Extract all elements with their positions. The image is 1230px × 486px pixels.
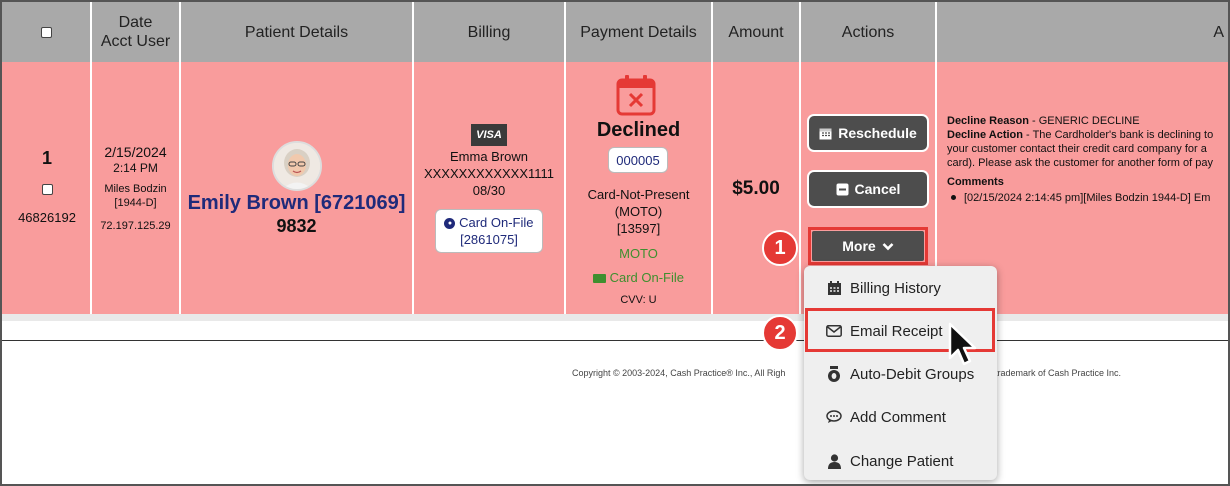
- patient-code: 9832: [276, 216, 317, 236]
- header-amount: Amount: [713, 2, 801, 62]
- footer-separator: [2, 340, 1228, 341]
- card-on-file-label: Card On-File: [459, 215, 534, 230]
- header-actions: Actions: [801, 2, 937, 62]
- cancel-button[interactable]: Cancel: [809, 172, 927, 206]
- select-all-checkbox[interactable]: [40, 26, 52, 38]
- header-extra: A: [1213, 23, 1224, 41]
- calendar-icon: [819, 128, 832, 139]
- comment-text: [02/15/2024 2:14:45 pm][Miles Bodzin 194…: [964, 192, 1211, 204]
- minus-square-icon: [836, 183, 849, 195]
- patient-name-link[interactable]: Emily Brown [6721069]: [181, 192, 412, 215]
- card-on-file-badge[interactable]: ● Card On-File [2861075]: [435, 209, 543, 253]
- row-amount-cell: $5.00: [713, 62, 801, 314]
- row-checkbox-wrap: [2, 182, 92, 200]
- row-divider: [2, 314, 1228, 321]
- decline-action-line2: your customer contact their credit card …: [947, 143, 1207, 155]
- cancel-label: Cancel: [854, 181, 901, 197]
- menu-item-change-patient[interactable]: Change Patient: [804, 441, 997, 481]
- calendar-icon: [824, 280, 844, 296]
- row-date-cell: 2/15/2024 2:14 PM Miles Bodzin [1944-D] …: [92, 62, 181, 314]
- payment-cof-label: Card On-File: [609, 270, 685, 285]
- acct-user-name: Miles Bodzin: [104, 183, 167, 195]
- decline-action-line: Decline Action - The Cardholder's bank i…: [947, 128, 1228, 142]
- payment-code-badge[interactable]: 000005: [608, 147, 668, 173]
- mouse-cursor-icon: [948, 322, 978, 377]
- header-patient-details: Patient Details: [181, 2, 414, 62]
- piggy-icon: [824, 366, 844, 382]
- row-select-cell: 1 46826192: [2, 62, 92, 314]
- menu-item-billing-history[interactable]: Billing History: [804, 268, 997, 308]
- payment-moto: (MOTO): [614, 204, 663, 219]
- payment-moto-green: MOTO: [619, 246, 658, 261]
- decline-action-value: - The Cardholder's bank is declining to: [1023, 129, 1214, 141]
- menu-item-label: Add Comment: [850, 408, 946, 426]
- row-checkbox[interactable]: [41, 184, 53, 195]
- amount-value: $5.00: [732, 178, 780, 199]
- bullet-icon: [951, 195, 956, 201]
- card-on-file-line: ● Card On-File: [436, 215, 542, 230]
- cvv-status: CVV: U: [620, 294, 657, 306]
- decline-details: Decline Reason - GENERIC DECLINE Decline…: [947, 114, 1228, 205]
- ip-address: 72.197.125.29: [100, 220, 171, 232]
- row-billing-cell: VISA Emma Brown XXXXXXXXXXXX1111 08/30 ●…: [414, 62, 566, 314]
- transaction-time: 2:14 PM: [113, 161, 158, 175]
- reschedule-button[interactable]: Reschedule: [809, 116, 927, 150]
- header-payment-details: Payment Details: [566, 2, 713, 62]
- transaction-id: 46826192: [18, 210, 76, 225]
- transaction-date: 2/15/2024: [104, 144, 167, 160]
- user-icon: [824, 453, 844, 469]
- patient-avatar: [272, 141, 322, 191]
- highlight-more-button: [808, 227, 928, 265]
- table-header: Date Acct User Patient Details Billing P…: [2, 2, 1228, 62]
- payment-status: Declined: [596, 119, 681, 141]
- payment-id: [13597]: [616, 221, 661, 236]
- card-number: XXXXXXXXXXXX1111: [423, 166, 555, 181]
- reschedule-label: Reschedule: [838, 125, 917, 141]
- comments-label: Comments: [947, 176, 1004, 188]
- card-holder-name: Emma Brown: [449, 149, 529, 164]
- card-on-file-id: [2861075]: [460, 232, 518, 247]
- table-row: 1 46826192 2/15/2024 2:14 PM Miles Bodzi…: [2, 62, 1228, 314]
- decline-reason-line: Decline Reason - GENERIC DECLINE: [947, 114, 1228, 128]
- copyright-left: Copyright © 2003-2024, Cash Practice® In…: [572, 368, 786, 378]
- row-index: 1: [41, 148, 52, 168]
- decline-action-label: Decline Action: [947, 129, 1023, 141]
- comment-item: [02/15/2024 2:14:45 pm][Miles Bodzin 194…: [947, 191, 1228, 205]
- avatar-photo: [274, 143, 320, 189]
- menu-item-label: Change Patient: [850, 452, 954, 470]
- header-date-label: Date: [118, 14, 153, 31]
- header-select-all-cell: [2, 2, 92, 62]
- lock-icon: ●: [444, 218, 456, 230]
- transactions-panel: Date Acct User Patient Details Billing P…: [0, 0, 1230, 486]
- callout-2: 2: [762, 315, 798, 351]
- menu-item-add-comment[interactable]: Add Comment: [804, 397, 997, 437]
- card-expiry: 08/30: [472, 183, 506, 198]
- comment-icon: [824, 410, 844, 424]
- header-billing: Billing: [414, 2, 566, 62]
- row-payment-cell: Declined 000005 Card-Not-Present (MOTO) …: [566, 62, 713, 314]
- payment-cof-line: Card On-File: [566, 270, 711, 285]
- callout-1: 1: [762, 230, 798, 266]
- acct-user-code: [1944-D]: [114, 197, 157, 209]
- decline-action-line3: card). Please ask the customer for anoth…: [947, 157, 1213, 169]
- credit-card-icon: [592, 274, 606, 284]
- copyright-right: trademark of Cash Practice Inc.: [995, 368, 1122, 378]
- decline-reason-label: Decline Reason: [947, 115, 1029, 127]
- decline-reason-value: - GENERIC DECLINE: [1028, 115, 1140, 127]
- calendar-declined-icon: [616, 74, 656, 121]
- menu-item-label: Billing History: [850, 279, 941, 297]
- header-date-acct-user: Date Acct User: [92, 2, 181, 62]
- visa-card-icon: VISA: [471, 124, 507, 146]
- payment-type: Card-Not-Present: [587, 187, 690, 202]
- row-patient-cell: Emily Brown [6721069] 9832: [181, 62, 414, 314]
- header-acct-user-label: Acct User: [100, 33, 171, 50]
